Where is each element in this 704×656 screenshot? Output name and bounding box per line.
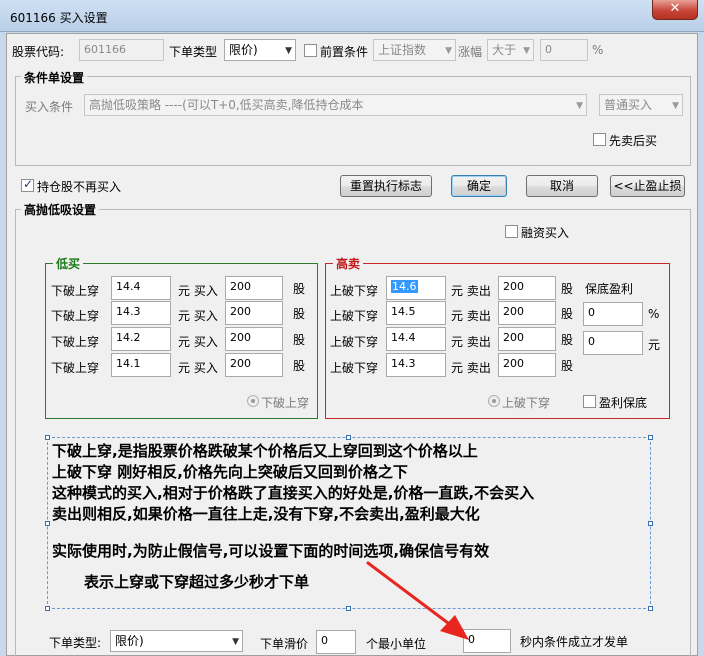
red-arrow-annotation (366, 561, 469, 640)
arrow-shaft (366, 561, 454, 628)
